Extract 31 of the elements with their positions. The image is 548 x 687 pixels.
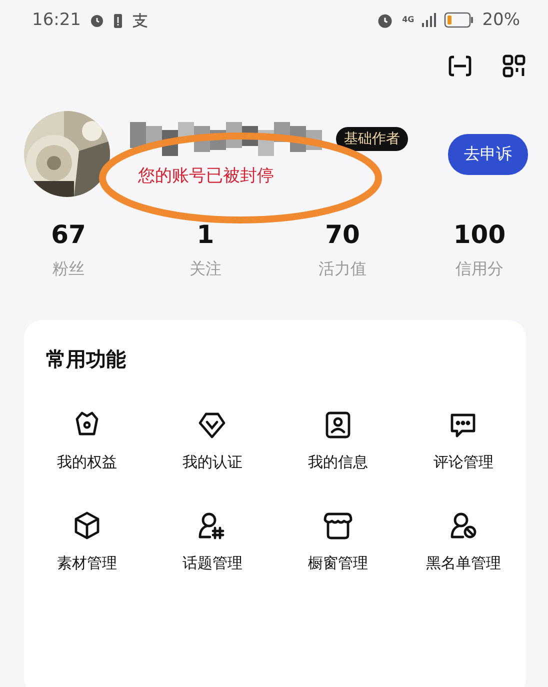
qr-code-icon[interactable] (502, 54, 526, 78)
stat-value: 100 (453, 220, 506, 249)
scan-icon[interactable] (448, 54, 472, 78)
signal-icon (422, 12, 436, 28)
stat-label: 关注 (190, 259, 222, 280)
feature-item[interactable]: 我的信息 (275, 409, 400, 472)
appeal-button[interactable]: 去申诉 (448, 134, 528, 174)
battery-percent: 20% (482, 10, 520, 30)
stat-label: 信用分 (456, 259, 504, 280)
feature-item[interactable]: 我的权益 (24, 409, 150, 472)
network-label: 4G (402, 16, 414, 24)
feature-item[interactable]: 橱窗管理 (275, 510, 400, 573)
author-badge: 基础作者 (336, 126, 408, 150)
stat-value: 1 (196, 220, 214, 249)
stat-value: 67 (51, 220, 86, 249)
feature-item[interactable]: 话题管理 (150, 510, 275, 573)
alarm-icon (89, 12, 105, 28)
section-title: 常用功能 (46, 346, 127, 373)
stat-label: 粉丝 (52, 259, 84, 280)
banned-notice: 您的账号已被封停 (138, 164, 275, 186)
battery-icon (444, 12, 474, 28)
feature-item[interactable]: 我的认证 (150, 409, 275, 472)
clock-time: 16:21 (32, 10, 81, 30)
stat-label: 活力值 (318, 259, 366, 280)
stat-value: 70 (325, 220, 360, 249)
notification-icon (131, 12, 149, 28)
feature-item[interactable]: 评论管理 (400, 409, 526, 472)
battery-alert-icon (113, 12, 123, 28)
feature-item[interactable]: 素材管理 (24, 510, 150, 573)
shop-icon (322, 510, 354, 542)
feature-item[interactable]: 黑名单管理 (400, 510, 526, 573)
